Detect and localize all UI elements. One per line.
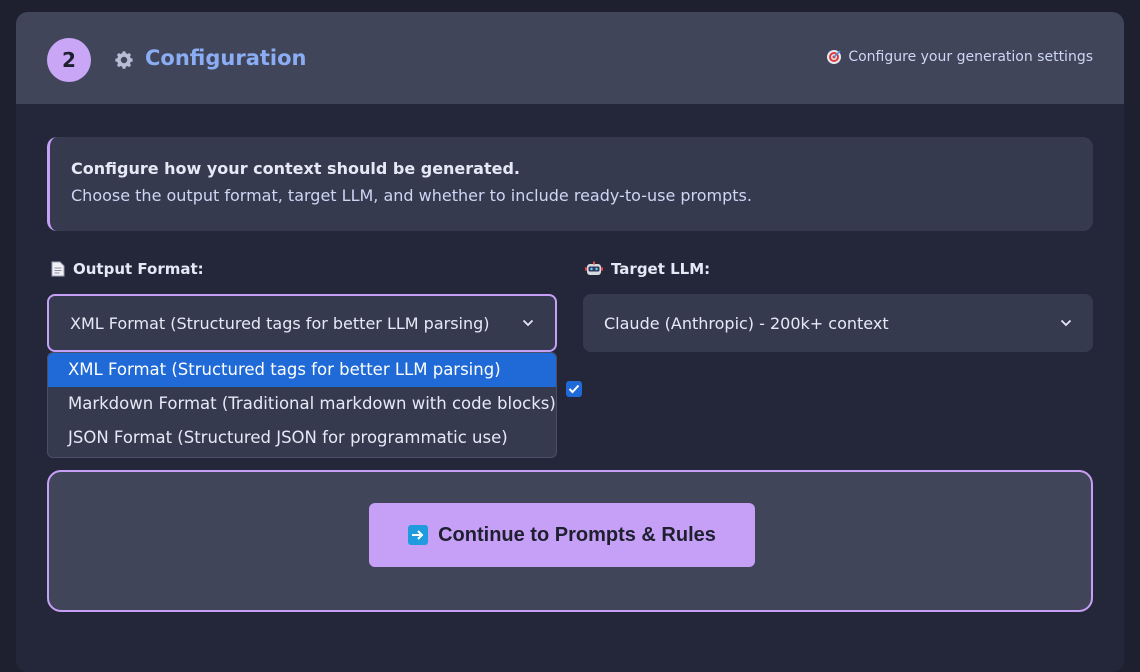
robot-icon bbox=[585, 261, 603, 275]
info-box: Configure how your context should be gen… bbox=[47, 137, 1093, 231]
output-format-label: Output Format: bbox=[51, 260, 204, 278]
gear-icon bbox=[115, 51, 133, 69]
header-hint-text: Configure your generation settings bbox=[848, 49, 1093, 65]
continue-button[interactable]: Continue to Prompts & Rules bbox=[369, 503, 755, 567]
arrow-right-icon bbox=[408, 525, 429, 545]
info-text: Choose the output format, target LLM, an… bbox=[71, 186, 752, 205]
chevron-down-icon bbox=[1060, 319, 1072, 327]
info-heading: Configure how your context should be gen… bbox=[71, 159, 520, 178]
target-icon bbox=[827, 50, 842, 64]
target-llm-label-text: Target LLM: bbox=[611, 260, 711, 278]
output-format-value: XML Format (Structured tags for better L… bbox=[70, 313, 490, 333]
target-llm-value: Claude (Anthropic) - 200k+ context bbox=[604, 313, 889, 333]
include-prompts-checkbox[interactable] bbox=[566, 381, 582, 397]
dropdown-option[interactable]: JSON Format (Structured JSON for program… bbox=[48, 421, 556, 455]
output-format-dropdown: XML Format (Structured tags for better L… bbox=[47, 352, 557, 458]
card-header: 2 Configuration Configure your generatio… bbox=[16, 12, 1124, 104]
dropdown-option[interactable]: Markdown Format (Traditional markdown wi… bbox=[48, 387, 556, 421]
checkmark-icon bbox=[568, 384, 580, 394]
configuration-card: 2 Configuration Configure your generatio… bbox=[16, 12, 1124, 672]
continue-button-label: Continue to Prompts & Rules bbox=[438, 523, 716, 546]
step-badge: 2 bbox=[47, 38, 91, 82]
dropdown-option[interactable]: XML Format (Structured tags for better L… bbox=[48, 353, 556, 387]
target-llm-label: Target LLM: bbox=[585, 260, 710, 278]
output-format-select[interactable]: XML Format (Structured tags for better L… bbox=[47, 294, 557, 352]
target-llm-select[interactable]: Claude (Anthropic) - 200k+ context bbox=[583, 294, 1093, 352]
chevron-down-icon bbox=[522, 319, 534, 327]
header-hint: Configure your generation settings bbox=[826, 49, 1093, 65]
page-title: Configuration bbox=[145, 46, 307, 70]
action-box: Continue to Prompts & Rules bbox=[47, 470, 1093, 612]
output-format-label-text: Output Format: bbox=[73, 260, 204, 278]
document-icon bbox=[51, 261, 65, 277]
